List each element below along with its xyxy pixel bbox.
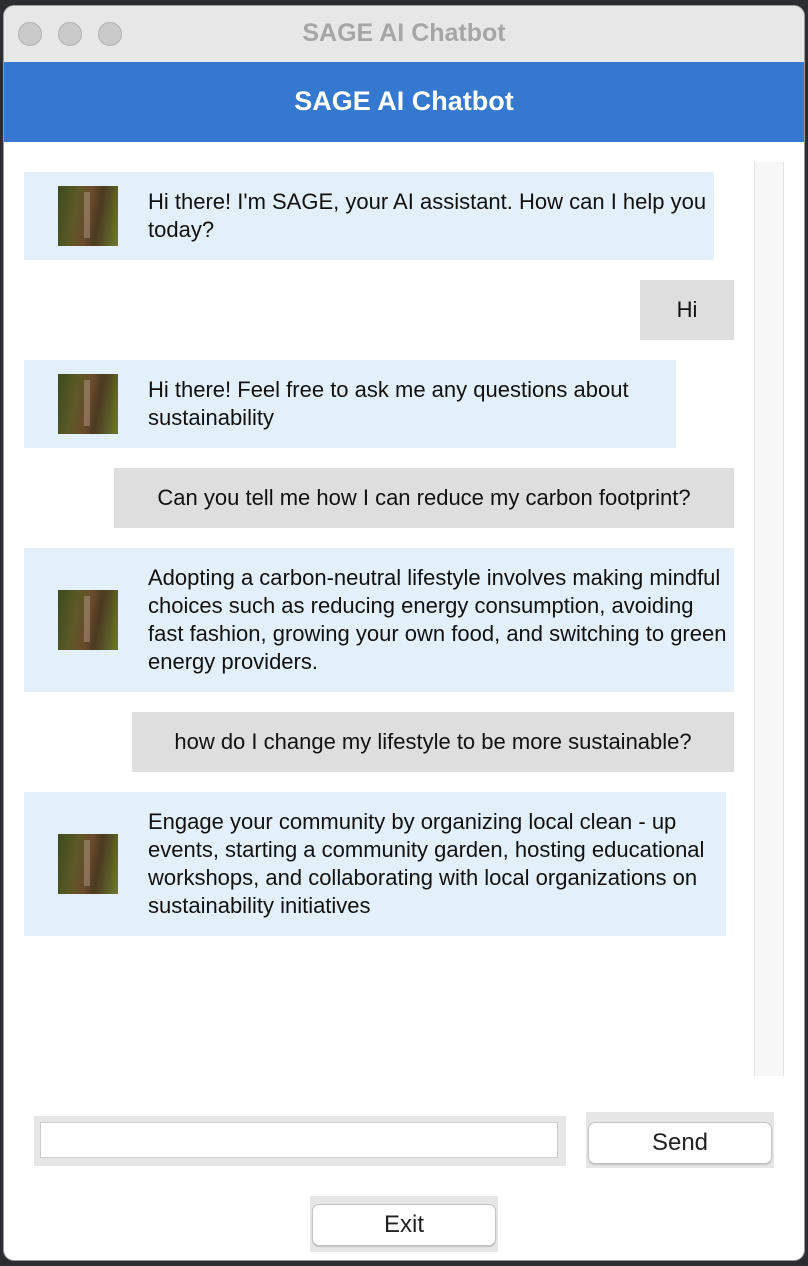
message-input[interactable] <box>40 1122 558 1158</box>
user-message: Hi <box>640 280 734 340</box>
send-button-frame: Send <box>586 1112 774 1168</box>
bot-message: Engage your community by organizing loca… <box>24 792 726 936</box>
send-button[interactable]: Send <box>588 1122 772 1164</box>
bot-message-text: Adopting a carbon-neutral lifestyle invo… <box>148 565 727 674</box>
bot-message: Hi there! I'm SAGE, your AI assistant. H… <box>24 172 714 260</box>
bot-message: Hi there! Feel free to ask me any questi… <box>24 360 676 448</box>
header-title: SAGE AI Chatbot <box>294 86 514 116</box>
bot-message-text: Hi there! Feel free to ask me any questi… <box>148 377 629 430</box>
exit-button[interactable]: Exit <box>312 1204 496 1246</box>
window-title: SAGE AI Chatbot <box>302 19 506 47</box>
bot-message-text: Engage your community by organizing loca… <box>148 809 705 918</box>
message-input-frame <box>34 1116 566 1166</box>
chat-history: Hi there! I'm SAGE, your AI assistant. H… <box>4 142 804 1082</box>
user-message: how do I change my lifestyle to be more … <box>132 712 734 772</box>
exit-button-frame: Exit <box>310 1196 498 1252</box>
bot-avatar-icon <box>58 186 118 246</box>
user-message: Can you tell me how I can reduce my carb… <box>114 468 734 528</box>
bot-avatar-icon <box>58 374 118 434</box>
chat-scrollbar[interactable] <box>754 162 784 1076</box>
bot-message-text: Hi there! I'm SAGE, your AI assistant. H… <box>148 189 707 242</box>
bot-avatar-icon <box>58 834 118 894</box>
chatbot-window: SAGE AI Chatbot SAGE AI Chatbot Hi there… <box>4 6 804 1260</box>
app-header: SAGE AI Chatbot <box>4 62 804 142</box>
bot-message: Adopting a carbon-neutral lifestyle invo… <box>24 548 734 692</box>
bot-avatar-icon <box>58 590 118 650</box>
window-titlebar: SAGE AI Chatbot <box>4 6 804 62</box>
